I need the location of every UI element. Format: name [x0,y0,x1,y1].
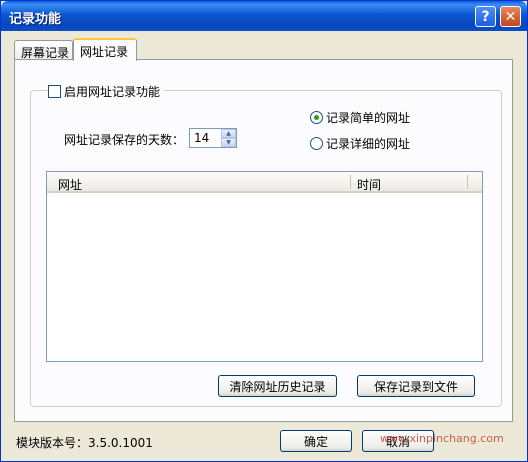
radio-simple-url[interactable]: 记录简单的网址 [310,109,410,126]
help-icon: ? [481,8,490,25]
days-value[interactable]: 14 [194,131,209,145]
close-icon: ✕ [504,8,517,25]
version-label: 模块版本号：3.5.0.1001 [16,436,153,450]
enable-checkbox[interactable] [48,84,61,98]
radio-detailed-icon[interactable] [310,137,323,150]
radio-simple-icon[interactable] [310,111,323,124]
enable-url-record[interactable]: 启用网址记录功能 [48,83,165,99]
days-label: 网址记录保存的天数： [64,133,185,147]
column-url[interactable]: 网址 [58,176,82,193]
spinner-buttons: ▲ ▼ [221,129,236,147]
tab-screen-record[interactable]: 屏幕记录 [14,40,73,60]
save-to-file-button[interactable]: 保存记录到文件 [357,375,475,397]
column-divider[interactable] [467,175,468,189]
url-list[interactable]: 网址 时间 [46,171,483,362]
radio-detailed-label: 记录详细的网址 [326,137,411,151]
spinner-down-icon[interactable]: ▼ [221,138,236,147]
title-bar[interactable]: 记录功能 ? ✕ [1,1,527,31]
enable-label: 启用网址记录功能 [64,84,161,99]
tab-url-record[interactable]: 网址记录 [73,38,137,61]
window-title: 记录功能 [9,12,62,27]
spinner-up-icon[interactable]: ▲ [221,129,236,138]
list-header: 网址 时间 [47,172,482,193]
clear-history-button[interactable]: 清除网址历史记录 [218,375,337,397]
radio-simple-label: 记录简单的网址 [326,111,411,125]
days-spinner[interactable]: 14 ▲ ▼ [189,128,237,148]
help-button[interactable]: ? [475,6,496,27]
ok-button[interactable]: 确定 [280,430,352,452]
close-button[interactable]: ✕ [500,6,521,27]
column-divider[interactable] [350,175,351,189]
radio-detailed-url[interactable]: 记录详细的网址 [310,135,410,152]
watermark-text: www.xinpinchang.com [380,432,504,445]
column-time[interactable]: 时间 [357,176,381,193]
